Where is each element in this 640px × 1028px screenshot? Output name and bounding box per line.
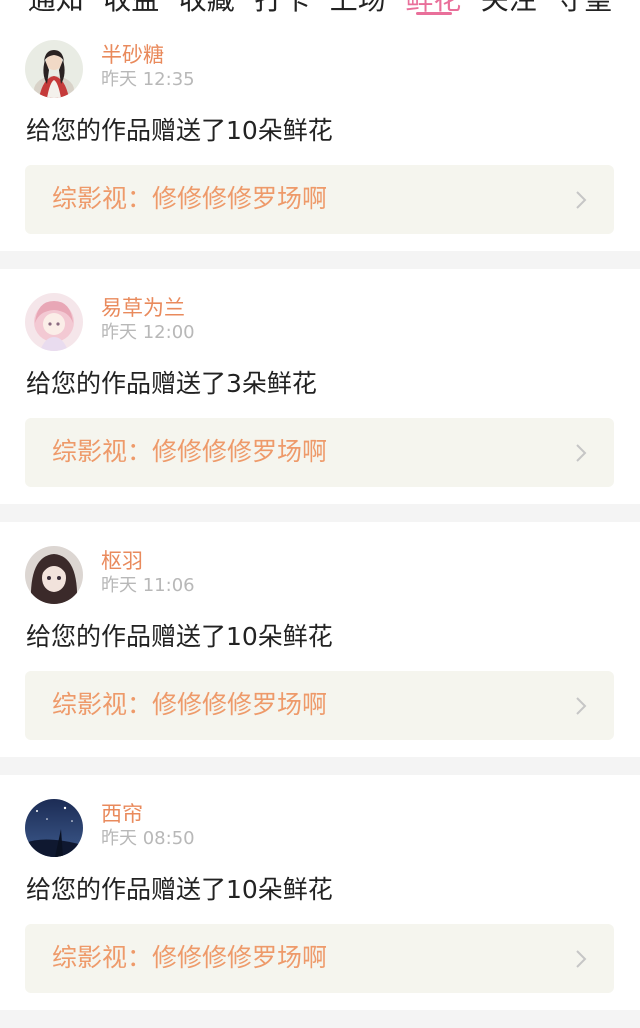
- username[interactable]: 半砂糖: [101, 42, 164, 68]
- username[interactable]: 西帘: [101, 801, 143, 827]
- chevron-right-icon: [576, 191, 587, 209]
- tab-bar: 通知 收益 收藏 打卡 上场 鲜花 关注 守望: [0, 0, 640, 16]
- work-link[interactable]: 综影视：修修修修罗场啊: [25, 165, 614, 234]
- work-title: 综影视：修修修修罗场啊: [52, 437, 328, 466]
- flower-notification-list: 半砂糖 昨天 12:35 给您的作品赠送了10朵鲜花 综影视：修修修修罗场啊 易…: [0, 16, 640, 1028]
- tab-list: 通知 收益 收藏 打卡 上场 鲜花 关注 守望: [0, 0, 640, 15]
- active-tab-indicator: [416, 12, 452, 15]
- avatar-night-sky-icon[interactable]: [25, 799, 83, 857]
- chevron-right-icon: [576, 950, 587, 968]
- work-link[interactable]: 综影视：修修修修罗场啊: [25, 924, 614, 993]
- chevron-right-icon: [576, 444, 587, 462]
- tab-checkin[interactable]: 打卡: [254, 0, 310, 15]
- avatar-pink-anime-girl-icon[interactable]: [25, 293, 83, 351]
- notification-card: 半砂糖 昨天 12:35 给您的作品赠送了10朵鲜花 综影视：修修修修罗场啊: [0, 16, 640, 269]
- username[interactable]: 易草为兰: [101, 295, 185, 321]
- tab-notifications[interactable]: 通知: [28, 0, 84, 15]
- tab-watch[interactable]: 守望: [556, 0, 612, 15]
- avatar-dark-hair-girl-icon[interactable]: [25, 546, 83, 604]
- timestamp: 昨天 11:06: [101, 575, 195, 596]
- notification-card: 西帘 昨天 08:50 给您的作品赠送了10朵鲜花 综影视：修修修修罗场啊: [0, 775, 640, 1028]
- work-title: 综影视：修修修修罗场啊: [52, 943, 328, 972]
- work-title: 综影视：修修修修罗场啊: [52, 184, 328, 213]
- timestamp: 昨天 12:00: [101, 322, 195, 343]
- work-title: 综影视：修修修修罗场啊: [52, 690, 328, 719]
- gift-message: 给您的作品赠送了10朵鲜花: [26, 622, 333, 651]
- tab-appearance[interactable]: 上场: [330, 0, 386, 15]
- gift-message: 给您的作品赠送了10朵鲜花: [26, 875, 333, 904]
- notification-card: 枢羽 昨天 11:06 给您的作品赠送了10朵鲜花 综影视：修修修修罗场啊: [0, 522, 640, 775]
- chevron-right-icon: [576, 697, 587, 715]
- gift-message: 给您的作品赠送了3朵鲜花: [26, 369, 317, 398]
- work-link[interactable]: 综影视：修修修修罗场啊: [25, 671, 614, 740]
- tab-favorites[interactable]: 收藏: [179, 0, 235, 15]
- username[interactable]: 枢羽: [101, 548, 143, 574]
- timestamp: 昨天 08:50: [101, 828, 195, 849]
- tab-earnings[interactable]: 收益: [103, 0, 159, 15]
- notification-card: 易草为兰 昨天 12:00 给您的作品赠送了3朵鲜花 综影视：修修修修罗场啊: [0, 269, 640, 522]
- timestamp: 昨天 12:35: [101, 69, 195, 90]
- gift-message: 给您的作品赠送了10朵鲜花: [26, 116, 333, 145]
- tab-follows[interactable]: 关注: [481, 0, 537, 15]
- avatar-hanfu-girl-icon[interactable]: [25, 40, 83, 98]
- work-link[interactable]: 综影视：修修修修罗场啊: [25, 418, 614, 487]
